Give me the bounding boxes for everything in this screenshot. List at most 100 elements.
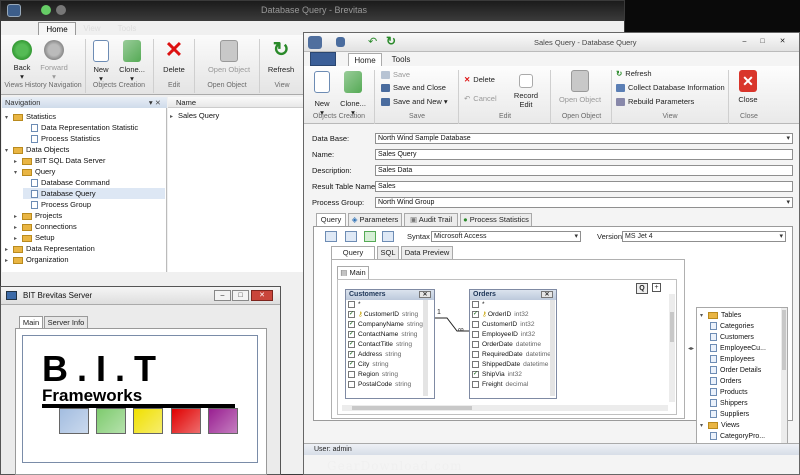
tree-item[interactable]: Database Query	[23, 188, 165, 199]
tab-tools[interactable]: Tools	[113, 22, 141, 35]
customers-scrollbar[interactable]	[423, 300, 428, 396]
tree-item[interactable]: ▸ Organization	[5, 254, 69, 265]
cancel-button[interactable]: ↶ Cancel	[464, 93, 497, 104]
record-edit-button[interactable]: Record Edit	[508, 74, 544, 109]
field-row[interactable]: ✓ ContactName string	[346, 330, 434, 340]
field-checkbox[interactable]: ✓	[348, 340, 355, 348]
join-line[interactable]	[435, 315, 470, 337]
refresh-button[interactable]: ↻ Refresh	[266, 40, 296, 74]
field-checkbox[interactable]	[472, 380, 479, 388]
add-table-button[interactable]: +	[652, 283, 661, 292]
close-table-icon[interactable]: ✕	[419, 291, 431, 298]
expander-icon[interactable]: ▾	[5, 146, 13, 157]
object-tree-item[interactable]: Orders	[710, 376, 741, 387]
app-menu-icon[interactable]	[7, 4, 21, 17]
object-tree-item[interactable]: ▾ Views	[700, 420, 740, 431]
tab-parameters[interactable]: ◈ Parameters	[348, 213, 402, 226]
object-tree-item[interactable]: Suppliers	[710, 409, 749, 420]
tab-home[interactable]: Home	[38, 22, 76, 35]
close-button[interactable]: ✕	[774, 37, 791, 48]
toolbar-icon-3[interactable]	[364, 231, 376, 242]
tab-tools[interactable]: Tools	[386, 53, 416, 66]
field-checkbox[interactable]	[472, 320, 479, 328]
expander-icon[interactable]: ▸	[5, 256, 13, 267]
tab-process-statistics[interactable]: ● Process Statistics	[460, 213, 532, 226]
expander-icon[interactable]: ▾	[700, 311, 708, 322]
result-table-field[interactable]: Sales	[375, 181, 793, 192]
field-row[interactable]: ✓ ⚷OrderID int32	[470, 310, 556, 320]
pin-close-icon[interactable]: ▾ ⨯	[149, 97, 161, 108]
field-row[interactable]: CustomerID int32	[470, 320, 556, 330]
tab-main[interactable]: ▤ Main	[337, 266, 369, 279]
object-tree-item[interactable]: Products	[710, 387, 748, 398]
tree-item[interactable]: ▸ Connections	[14, 221, 77, 232]
tree-item[interactable]: ▸ Data Representation	[5, 243, 95, 254]
orders-table[interactable]: Orders ✕ * ✓ ⚷OrderID int32 CustomerID int32 Em…	[469, 289, 557, 399]
close-button[interactable]: ✕	[251, 290, 273, 301]
expander-icon[interactable]: ▾	[14, 168, 22, 179]
field-checkbox[interactable]	[472, 340, 479, 348]
object-tree-item[interactable]: Customers	[710, 332, 754, 343]
rebuild-parameters-button[interactable]: Rebuild Parameters	[616, 96, 694, 107]
splitter-arrows-icon[interactable]: ◂▸	[688, 345, 694, 352]
tree-item[interactable]: ▸ Projects	[14, 210, 62, 221]
collect-db-info-button[interactable]: Collect Database Information	[616, 82, 725, 93]
object-tree-item[interactable]: Employees	[710, 354, 755, 365]
field-row[interactable]: ✓ ⚷CustomerID string	[346, 310, 434, 320]
tab-server-info[interactable]: Server Info	[44, 316, 88, 328]
tree-item[interactable]: Data Representation Statistic	[23, 122, 138, 133]
diagram-hscrollbar[interactable]	[342, 405, 668, 411]
delete-button[interactable]: ✕ Delete	[160, 39, 188, 75]
open-object-button[interactable]: Open Object	[204, 40, 254, 74]
field-row[interactable]: PostalCode string	[346, 380, 434, 390]
field-checkbox[interactable]: ✓	[348, 350, 355, 358]
tab-home[interactable]: Home	[348, 53, 382, 66]
close-window-button[interactable]: ✕ Close	[734, 70, 762, 104]
delete-button[interactable]: ✕ Delete	[464, 74, 495, 85]
save-button[interactable]: Save	[381, 69, 410, 80]
app-icon[interactable]	[308, 36, 322, 49]
field-row[interactable]: *	[470, 300, 556, 310]
field-row[interactable]: ✓ CompanyName string	[346, 320, 434, 330]
forward-button[interactable]: Forward ▾	[39, 40, 69, 81]
object-tree-item[interactable]: Categories	[710, 321, 754, 332]
tab-view[interactable]: View	[80, 22, 104, 35]
field-checkbox[interactable]: ✓	[348, 330, 355, 338]
field-row[interactable]: Region string	[346, 370, 434, 380]
object-tree-item[interactable]: Order Details	[710, 365, 761, 376]
save-close-button[interactable]: Save and Close	[381, 82, 446, 93]
clone-button[interactable]: Clone... ▾	[117, 40, 147, 83]
tab-sql[interactable]: SQL	[377, 246, 399, 259]
field-row[interactable]: RequiredDate datetime	[470, 350, 556, 360]
field-checkbox[interactable]: ✓	[348, 360, 355, 368]
object-tree-item[interactable]: CategoryPro...	[710, 431, 765, 442]
version-select[interactable]: MS Jet 4	[622, 231, 786, 242]
open-object-button[interactable]: Open Object	[556, 70, 604, 104]
tree-item[interactable]: Process Statistics	[23, 133, 100, 144]
back-button[interactable]: Back ▾	[9, 40, 35, 81]
tree-item[interactable]: ▾ Query	[14, 166, 55, 177]
expander-icon[interactable]: ▾	[5, 113, 13, 124]
tab-data-preview[interactable]: Data Preview	[401, 246, 453, 259]
minimize-button[interactable]: –	[214, 290, 231, 301]
list-item[interactable]: ▸ Sales Query	[170, 110, 219, 121]
field-checkbox[interactable]	[348, 370, 355, 378]
column-header-name[interactable]: Name	[168, 97, 303, 108]
customers-table[interactable]: Customers ✕ * ✓ ⚷CustomerID string ✓ CompanyNa…	[345, 289, 435, 399]
field-checkbox[interactable]: ✓	[348, 310, 355, 318]
toolbar-icon-1[interactable]	[325, 231, 337, 242]
process-group-select[interactable]: North Wind Group	[375, 197, 793, 208]
forward-icon[interactable]	[56, 5, 66, 15]
refresh-icon[interactable]: ↻	[386, 35, 396, 47]
field-checkbox[interactable]	[348, 380, 355, 388]
expander-icon[interactable]: ▾	[700, 421, 708, 432]
clone-button[interactable]: Clone... ▾	[338, 71, 368, 117]
field-checkbox[interactable]: ✓	[472, 310, 479, 318]
object-tree-item[interactable]: EmployeeCu...	[710, 343, 766, 354]
tree-item[interactable]: ▾ Statistics	[5, 111, 56, 122]
minimize-button[interactable]: –	[736, 37, 753, 48]
field-row[interactable]: ✓ ShipVia int32	[470, 370, 556, 380]
tree-item[interactable]: ▸ BIT SQL Data Server	[14, 155, 105, 166]
field-row[interactable]: ShippedDate datetime	[470, 360, 556, 370]
tab-audit-trail[interactable]: ▣ Audit Trail	[404, 213, 458, 226]
